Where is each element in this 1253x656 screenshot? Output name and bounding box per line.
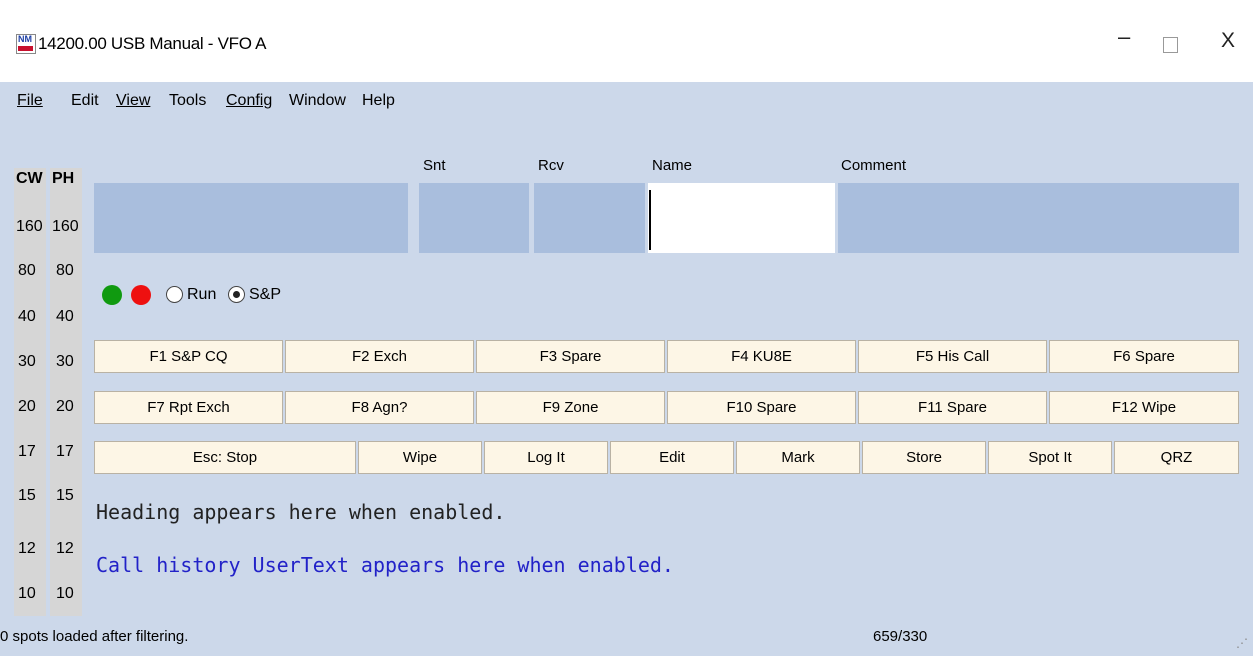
band-ph-30[interactable]: 30 — [56, 353, 74, 371]
menu-tools[interactable]: Tools — [169, 92, 206, 110]
esc-stop-button[interactable]: Esc: Stop — [94, 441, 356, 474]
mark-button[interactable]: Mark — [736, 441, 860, 474]
sp-radio-label[interactable]: S&P — [249, 286, 281, 304]
resize-grip-icon[interactable]: ⋰ — [1236, 636, 1248, 650]
band-cw-80[interactable]: 80 — [18, 262, 36, 280]
snt-field[interactable] — [419, 183, 529, 253]
qrz-button[interactable]: QRZ — [1114, 441, 1239, 474]
band-cw-15[interactable]: 15 — [18, 487, 36, 505]
rcv-field[interactable] — [534, 183, 645, 253]
green-indicator-icon — [102, 285, 122, 305]
name-label: Name — [652, 157, 693, 174]
name-field[interactable] — [648, 183, 835, 253]
rcv-label: Rcv — [538, 157, 564, 174]
f1-button[interactable]: F1 S&P CQ — [94, 340, 283, 373]
sp-radio[interactable] — [228, 286, 245, 303]
heading-line: Heading appears here when enabled. — [96, 500, 506, 524]
comment-label: Comment — [841, 157, 907, 174]
run-radio-label[interactable]: Run — [187, 286, 216, 304]
comment-field[interactable] — [838, 183, 1239, 253]
band-cw-40[interactable]: 40 — [18, 308, 36, 326]
maximize-button[interactable] — [1163, 37, 1178, 53]
status-spots: 0 spots loaded after filtering. — [0, 628, 189, 645]
f9-button[interactable]: F9 Zone — [476, 391, 665, 424]
store-button[interactable]: Store — [862, 441, 986, 474]
ph-header: PH — [52, 170, 75, 187]
f7-button[interactable]: F7 Rpt Exch — [94, 391, 283, 424]
f2-button[interactable]: F2 Exch — [285, 340, 474, 373]
n1mm-logo-icon[interactable]: NM — [16, 34, 36, 54]
menu-bar: File Edit View Tools Config Window Help — [0, 82, 1253, 122]
band-cw-17[interactable]: 17 — [18, 443, 36, 461]
band-cw-30[interactable]: 30 — [18, 353, 36, 371]
red-indicator-icon — [131, 285, 151, 305]
status-count: 659/330 — [873, 628, 928, 645]
text-cursor — [649, 190, 651, 250]
snt-label: Snt — [423, 157, 446, 174]
title-bar: NM 14200.00 USB Manual - VFO A – X — [0, 0, 1253, 82]
band-ph-10[interactable]: 10 — [56, 585, 74, 603]
band-ph-80[interactable]: 80 — [56, 262, 74, 280]
f4-button[interactable]: F4 KU8E — [667, 340, 856, 373]
menu-file[interactable]: File — [17, 92, 43, 110]
band-ph-40[interactable]: 40 — [56, 308, 74, 326]
callsign-field[interactable] — [94, 183, 408, 253]
menu-view[interactable]: View — [116, 92, 150, 110]
band-cw-10[interactable]: 10 — [18, 585, 36, 603]
f12-button[interactable]: F12 Wipe — [1049, 391, 1239, 424]
spot-it-button[interactable]: Spot It — [988, 441, 1112, 474]
band-cw-20[interactable]: 20 — [18, 398, 36, 416]
close-button[interactable]: X — [1221, 26, 1235, 56]
f6-button[interactable]: F6 Spare — [1049, 340, 1239, 373]
f11-button[interactable]: F11 Spare — [858, 391, 1047, 424]
band-cw-160[interactable]: 160 — [16, 218, 43, 236]
edit-button[interactable]: Edit — [610, 441, 734, 474]
f8-button[interactable]: F8 Agn? — [285, 391, 474, 424]
user-text-line: Call history UserText appears here when … — [96, 553, 674, 577]
menu-edit[interactable]: Edit — [71, 92, 99, 110]
f10-button[interactable]: F10 Spare — [667, 391, 856, 424]
band-ph-160[interactable]: 160 — [52, 218, 79, 236]
menu-help[interactable]: Help — [362, 92, 395, 110]
f3-button[interactable]: F3 Spare — [476, 340, 665, 373]
run-radio[interactable] — [166, 286, 183, 303]
band-ph-17[interactable]: 17 — [56, 443, 74, 461]
f5-button[interactable]: F5 His Call — [858, 340, 1047, 373]
minimize-button[interactable]: – — [1118, 22, 1130, 52]
band-ph-15[interactable]: 15 — [56, 487, 74, 505]
menu-window[interactable]: Window — [289, 92, 346, 110]
log-it-button[interactable]: Log It — [484, 441, 608, 474]
band-cw-12[interactable]: 12 — [18, 540, 36, 558]
band-ph-12[interactable]: 12 — [56, 540, 74, 558]
cw-header: CW — [16, 170, 43, 187]
window-title: 14200.00 USB Manual - VFO A — [38, 34, 267, 53]
band-ph-20[interactable]: 20 — [56, 398, 74, 416]
menu-config[interactable]: Config — [226, 92, 272, 110]
wipe-button[interactable]: Wipe — [358, 441, 482, 474]
